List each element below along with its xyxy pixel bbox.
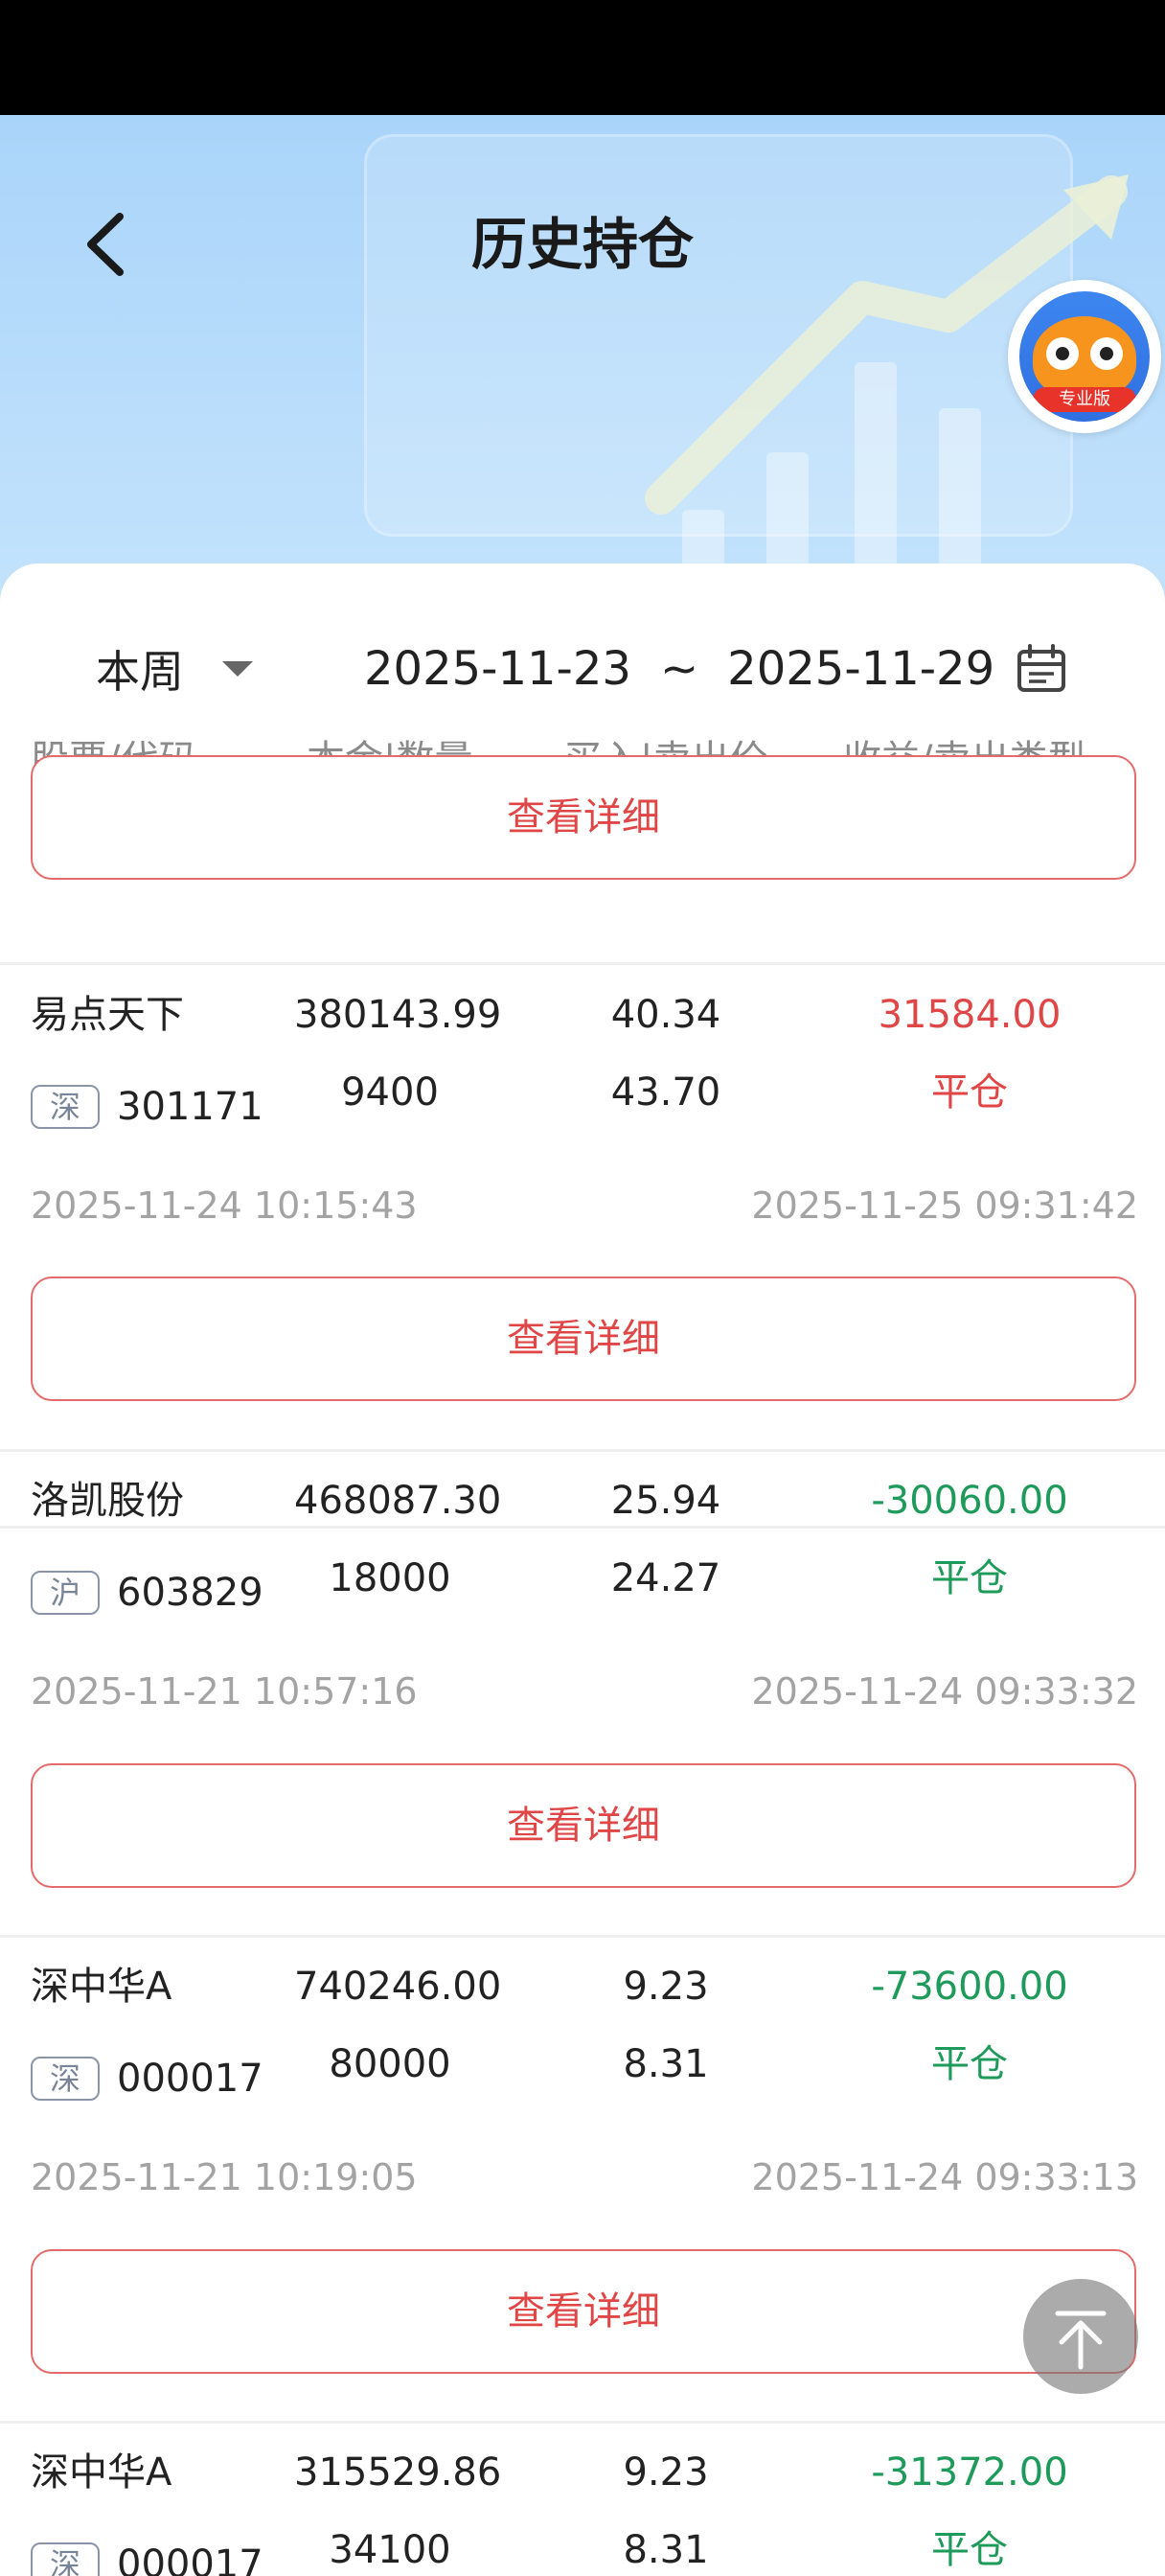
quantity: 34100 xyxy=(329,2528,451,2572)
divider xyxy=(0,1935,1165,1938)
page: 历史持仓 专业版 本周 2025-11-23 ~ 2025-11-29 查看详细… xyxy=(0,0,1165,2576)
profit: -31372.00 xyxy=(871,2450,1068,2495)
market-badge: 深 xyxy=(31,2057,100,2101)
divider xyxy=(0,2421,1165,2424)
divider xyxy=(0,1449,1165,1452)
stock-name: 深中华A xyxy=(31,1965,172,2009)
caret-down-icon xyxy=(222,661,253,677)
status-bar xyxy=(0,0,1165,115)
market-badge: 沪 xyxy=(31,1571,100,1615)
page-title: 历史持仓 xyxy=(470,212,694,277)
market-badge: 深 xyxy=(31,2542,100,2576)
divider xyxy=(0,962,1165,965)
view-detail-button[interactable]: 查看详细 xyxy=(31,755,1136,880)
buy-price: 40.34 xyxy=(610,993,721,1037)
quantity: 9400 xyxy=(341,1070,439,1115)
buy-price: 25.94 xyxy=(610,1479,721,1523)
close-type: 平仓 xyxy=(931,2042,1008,2086)
market-badge: 深 xyxy=(31,1085,100,1129)
stock-name: 深中华A xyxy=(31,2450,172,2495)
profit: -30060.00 xyxy=(871,1479,1068,1523)
stock-code: 000017 xyxy=(117,2057,263,2101)
stock-code-row: 深 000017 xyxy=(31,2542,263,2576)
period-dropdown[interactable]: 本周 xyxy=(96,631,253,707)
sell-price: 43.70 xyxy=(610,1070,721,1115)
stock-code: 603829 xyxy=(117,1571,263,1615)
date-end: 2025-11-29 xyxy=(727,642,995,696)
buy-price: 9.23 xyxy=(623,1965,709,2009)
close-type: 平仓 xyxy=(931,2528,1008,2572)
view-detail-button[interactable]: 查看详细 xyxy=(31,1276,1136,1401)
stock-name: 洛凯股份 xyxy=(31,1479,184,1523)
date-separator: ~ xyxy=(659,642,699,696)
principal: 740246.00 xyxy=(294,1965,502,2009)
back-to-top-button[interactable] xyxy=(1023,2279,1138,2394)
owl-eye xyxy=(1090,337,1123,370)
principal: 380143.99 xyxy=(294,993,502,1037)
profit: -73600.00 xyxy=(871,1965,1068,2009)
close-type: 平仓 xyxy=(931,1556,1008,1600)
date-start: 2025-11-23 xyxy=(364,642,631,696)
view-detail-button[interactable]: 查看详细 xyxy=(31,1763,1136,1888)
date-range[interactable]: 2025-11-23 ~ 2025-11-29 xyxy=(364,631,1067,707)
buy-price: 9.23 xyxy=(623,2450,709,2495)
buy-time: 2025-11-24 10:15:43 xyxy=(31,1184,418,1227)
position-card: 深中华A 深 000017 740246.00 80000 9.23 8.31 … xyxy=(0,1953,1165,2438)
principal: 315529.86 xyxy=(294,2450,502,2495)
header-banner: 历史持仓 xyxy=(0,115,1165,613)
sell-price: 24.27 xyxy=(610,1556,721,1600)
stock-code: 301171 xyxy=(117,1085,263,1129)
back-button[interactable] xyxy=(67,201,144,288)
buy-time: 2025-11-21 10:19:05 xyxy=(31,2156,418,2198)
sell-price: 8.31 xyxy=(623,2528,709,2572)
stock-name: 易点天下 xyxy=(31,993,184,1037)
quantity: 80000 xyxy=(329,2042,451,2086)
sell-time: 2025-11-24 09:33:32 xyxy=(751,1670,1138,1713)
arrow-up-icon xyxy=(1055,2311,1107,2370)
sell-price: 8.31 xyxy=(623,2042,709,2086)
stock-code: 000017 xyxy=(117,2542,263,2576)
principal: 468087.30 xyxy=(294,1479,502,1523)
sell-time: 2025-11-24 09:33:13 xyxy=(751,2156,1138,2198)
buy-time: 2025-11-21 10:57:16 xyxy=(31,1670,418,1713)
period-label: 本周 xyxy=(96,646,184,698)
back-arrow-icon xyxy=(87,213,124,276)
view-detail-button[interactable]: 查看详细 xyxy=(31,2249,1136,2374)
position-card: 洛凯股份 沪 603829 468087.30 18000 25.94 24.2… xyxy=(0,1467,1165,1952)
sell-time: 2025-11-25 09:31:42 xyxy=(751,1184,1138,1227)
pro-mascot-button[interactable]: 专业版 xyxy=(1008,280,1161,433)
quantity: 18000 xyxy=(329,1556,451,1600)
close-type: 平仓 xyxy=(931,1070,1008,1115)
trend-arrow-icon xyxy=(645,174,1129,515)
stock-code-row: 深 301171 xyxy=(31,1085,263,1129)
calendar-icon[interactable] xyxy=(1016,643,1067,695)
stock-code-row: 沪 603829 xyxy=(31,1571,263,1615)
position-card: 易点天下 深 301171 380143.99 9400 40.34 43.70… xyxy=(0,981,1165,1466)
owl-mascot-icon: 专业版 xyxy=(1019,291,1150,422)
pro-version-tag: 专业版 xyxy=(1033,387,1136,412)
filter-row: 本周 2025-11-23 ~ 2025-11-29 xyxy=(0,631,1165,707)
owl-eye xyxy=(1046,337,1079,370)
position-card: 深中华A 深 000017 315529.86 34100 9.23 8.31 … xyxy=(0,2439,1165,2576)
stock-code-row: 深 000017 xyxy=(31,2057,263,2101)
profit: 31584.00 xyxy=(878,993,1062,1037)
